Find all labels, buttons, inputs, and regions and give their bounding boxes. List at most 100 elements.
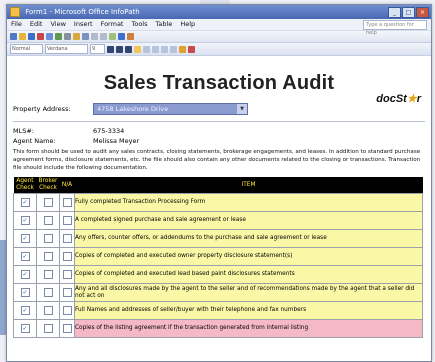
agent-check-checkbox[interactable]: ✓ [20,324,30,334]
minimize-button[interactable]: _ [388,7,401,18]
menu-format[interactable]: Format [97,19,128,30]
close-button[interactable]: × [416,7,429,18]
broker-check-checkbox[interactable] [43,252,53,262]
na-checkbox[interactable] [62,270,72,280]
agent-check-cell: ✓ [13,319,37,339]
design-icon[interactable] [10,33,17,40]
broker-check-checkbox[interactable] [43,306,53,316]
agent-check-checkbox[interactable]: ✓ [20,306,30,316]
agent-check-cell: ✓ [13,247,37,267]
bold-icon[interactable] [107,45,114,53]
menu-tools[interactable]: Tools [127,19,151,30]
align-right-icon[interactable] [152,45,159,53]
brand-right: r [416,93,421,105]
zoom-icon[interactable] [127,33,134,40]
highlight-icon[interactable] [179,45,186,53]
broker-check-checkbox[interactable] [43,234,53,244]
hyperlink-icon[interactable] [118,33,125,40]
copy-icon[interactable] [73,33,80,40]
menu-edit[interactable]: Edit [26,19,47,30]
paste-icon[interactable] [82,33,89,40]
property-address-select[interactable]: 4758 Lakeshore Drive ▼ [93,103,248,115]
menu-table[interactable]: Table [152,19,177,30]
property-value: 4758 Lakeshore Drive [97,105,169,113]
agent-label: Agent Name: [13,137,56,145]
na-cell [59,265,75,285]
print-icon[interactable] [37,33,44,40]
font-select[interactable]: Verdana [45,44,88,54]
menu-view[interactable]: View [46,19,69,30]
agent-check-checkbox[interactable]: ✓ [20,216,30,226]
menu-help[interactable]: Help [176,19,199,30]
agent-check-cell: ✓ [13,193,37,213]
agent-check-checkbox[interactable]: ✓ [20,288,30,298]
menu-insert[interactable]: Insert [70,19,97,30]
align-center-icon[interactable] [143,45,150,53]
open-icon[interactable] [19,33,26,40]
na-cell [59,247,75,267]
table-row: ✓ Copies of completed and executed owner … [13,247,423,267]
undo-icon[interactable] [91,33,98,40]
na-checkbox[interactable] [62,234,72,244]
broker-check-header: Broker Check [36,177,60,194]
agent-check-checkbox[interactable]: ✓ [20,234,30,244]
item-text: A completed signed purchase and sale agr… [74,211,423,231]
bullets-icon[interactable] [161,45,168,53]
broker-check-checkbox[interactable] [43,288,53,298]
agent-check-checkbox[interactable]: ✓ [20,198,30,208]
broker-check-checkbox[interactable] [43,270,53,280]
save-icon[interactable] [28,33,35,40]
agent-check-checkbox[interactable]: ✓ [20,270,30,280]
agent-check-cell: ✓ [13,229,37,249]
font-size-select[interactable]: 9 [90,44,105,54]
preview-icon[interactable] [46,33,53,40]
redo-icon[interactable] [100,33,107,40]
na-checkbox[interactable] [62,324,72,334]
italic-icon[interactable] [116,45,123,53]
formatting-toolbar: Normal Verdana 9 [7,43,431,56]
na-checkbox[interactable] [62,216,72,226]
page-title: Sales Transaction Audit [103,72,335,94]
table-row: ✓ A completed signed purchase and sale ag… [13,211,423,231]
item-text: Full Names and addresses of seller/buyer… [74,301,423,321]
mls-row: MLS#: 675-3334 [13,126,425,136]
na-checkbox[interactable] [62,252,72,262]
broker-check-checkbox[interactable] [43,216,53,226]
na-cell [59,229,75,249]
cut-icon[interactable] [64,33,71,40]
style-select[interactable]: Normal [10,44,43,54]
na-checkbox[interactable] [62,198,72,208]
app-icon [10,7,20,17]
maximize-button[interactable]: □ [402,7,415,18]
brand-star-icon: ★ [406,93,417,105]
agent-check-checkbox[interactable]: ✓ [20,252,30,262]
spelling-icon[interactable] [55,33,62,40]
table-icon[interactable] [109,33,116,40]
broker-check-checkbox[interactable] [43,324,53,334]
na-header: N/A [59,177,75,194]
na-cell [59,283,75,303]
menu-file[interactable]: File [7,19,26,30]
chevron-down-icon[interactable]: ▼ [237,104,247,114]
mls-field[interactable]: 675-3334 [93,126,124,136]
agent-name-field[interactable]: Melissa Meyer [93,136,139,146]
table-row: ✓ Fully completed Transaction Processing … [13,193,423,213]
item-text: Any and all disclosures made by the agen… [74,283,423,303]
help-search-input[interactable]: Type a question for help [363,20,427,36]
numbering-icon[interactable] [170,45,177,53]
na-checkbox[interactable] [62,306,72,316]
item-text: Copies of completed and executed lead ba… [74,265,423,285]
font-color-icon[interactable] [188,45,195,53]
broker-check-cell [36,265,60,285]
broker-check-cell [36,301,60,321]
table-header-row: Agent Check Broker Check N/A ITEM [13,177,423,194]
underline-icon[interactable] [125,45,132,53]
na-checkbox[interactable] [62,288,72,298]
window-controls: _ □ × [388,7,429,18]
broker-check-checkbox[interactable] [43,198,53,208]
table-row: ✓ Full Names and addresses of seller/buye… [13,301,423,321]
align-left-icon[interactable] [134,45,141,53]
agent-check-header: Agent Check [13,177,37,194]
broker-check-cell [36,319,60,339]
property-row: Property Address: 4758 Lakeshore Drive ▼ [13,103,425,115]
